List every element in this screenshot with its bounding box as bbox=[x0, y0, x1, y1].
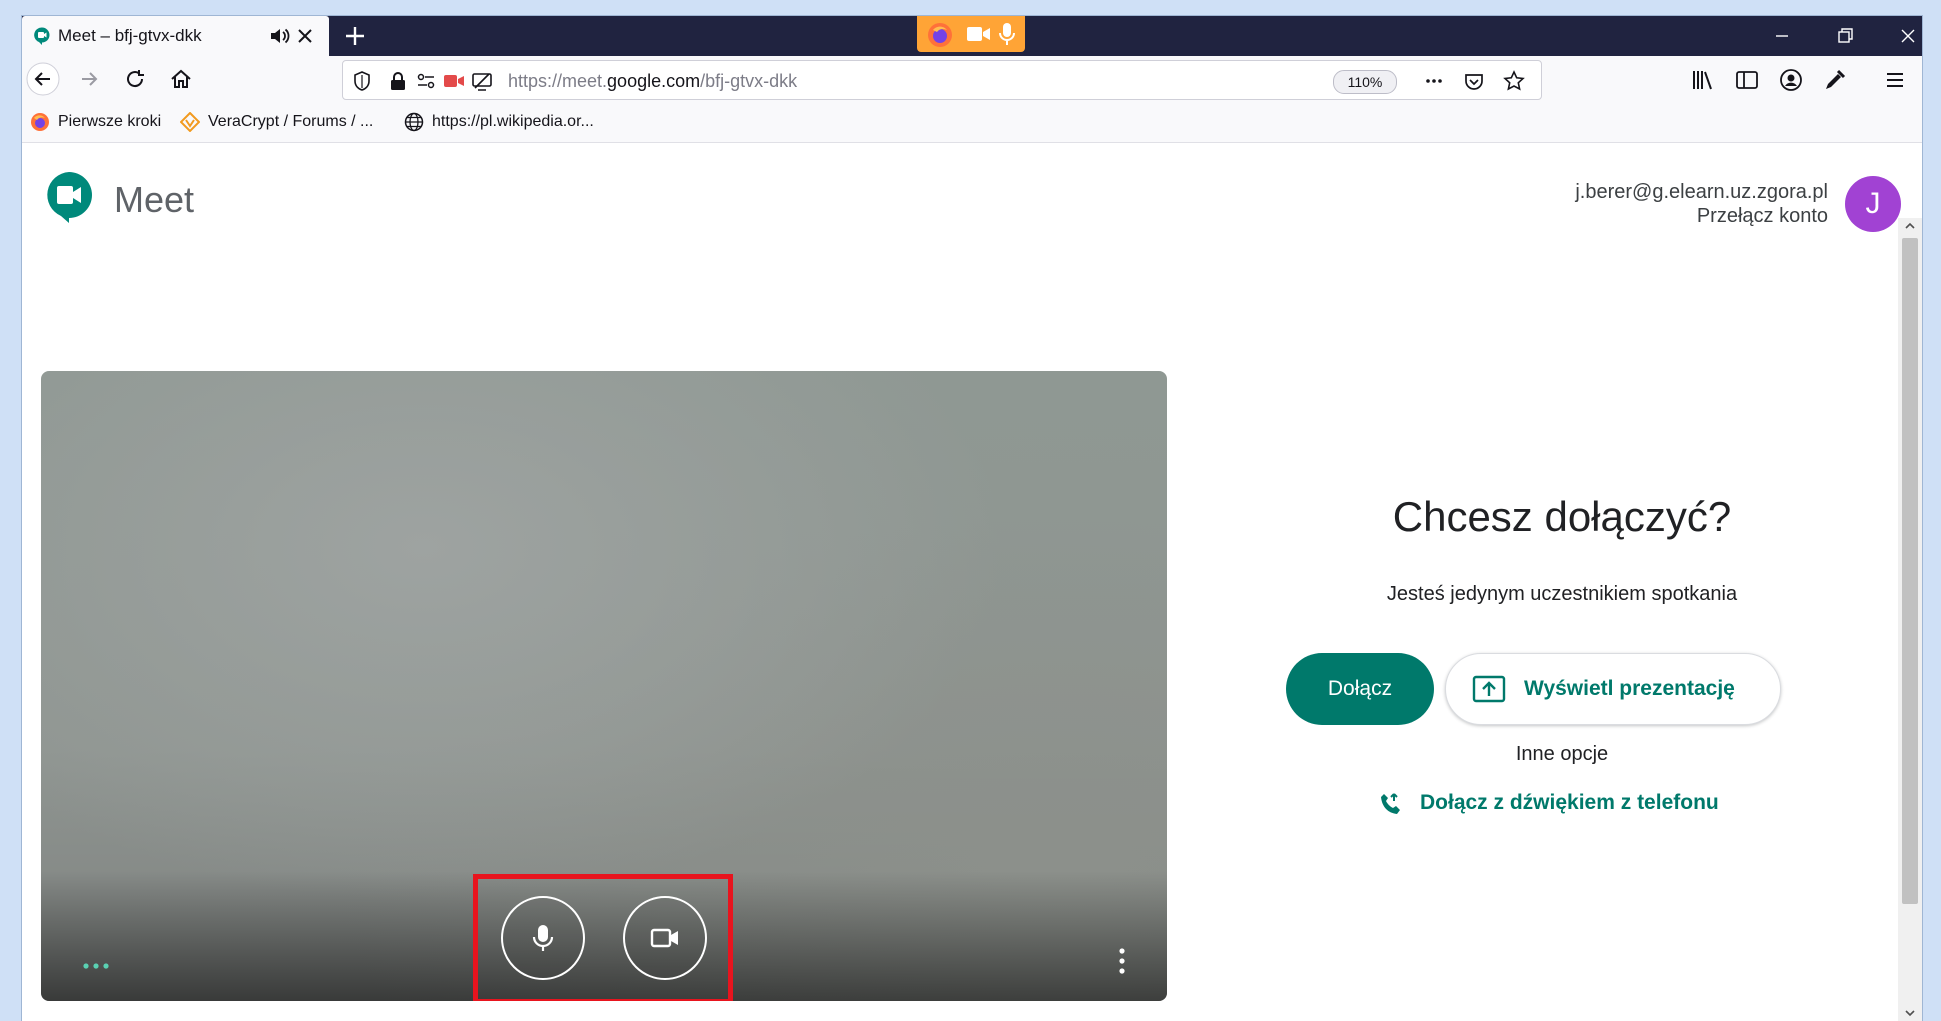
firefox-icon bbox=[31, 113, 49, 131]
minimize-icon[interactable] bbox=[1768, 22, 1796, 50]
scrollbar[interactable] bbox=[1898, 218, 1922, 1021]
home-icon[interactable] bbox=[164, 62, 198, 96]
join-title: Chcesz dołączyć? bbox=[1392, 493, 1732, 540]
sidebar-icon[interactable] bbox=[1734, 67, 1760, 93]
screen-share-permission-icon[interactable] bbox=[471, 70, 493, 92]
account-email: j.berer@g.elearn.uz.zgora.pl bbox=[1575, 181, 1828, 203]
meet-icon bbox=[34, 27, 50, 45]
bookmark-star-icon[interactable] bbox=[1503, 70, 1525, 92]
other-options-label: Inne opcje bbox=[1515, 743, 1609, 765]
firefox-icon bbox=[928, 23, 952, 47]
sharing-indicator[interactable] bbox=[917, 16, 1025, 52]
camera-icon bbox=[650, 928, 678, 948]
camera-toggle-button[interactable] bbox=[623, 896, 707, 980]
speaker-icon[interactable] bbox=[268, 25, 290, 47]
switch-account-link[interactable]: Przełącz konto bbox=[1697, 205, 1828, 228]
url-text: https://meet.google.com/bfj-gtvx-dkk bbox=[508, 71, 798, 91]
camera-sharing-icon bbox=[967, 27, 990, 41]
scroll-down-icon[interactable] bbox=[1904, 1007, 1916, 1019]
library-icon[interactable] bbox=[1690, 67, 1716, 93]
eyedropper-icon[interactable] bbox=[1822, 67, 1848, 93]
browser-window: Meet – bfj-gtvx-dkk https://meet.google.… bbox=[22, 16, 1922, 1021]
veracrypt-icon bbox=[180, 112, 200, 132]
lock-icon[interactable] bbox=[387, 70, 409, 92]
globe-icon bbox=[404, 112, 424, 132]
zoom-level[interactable]: 110% bbox=[1333, 70, 1397, 94]
join-subtitle: Jesteś jedynym uczestnikiem spotkania bbox=[1386, 583, 1738, 605]
pocket-icon[interactable] bbox=[1463, 70, 1485, 92]
scroll-thumb[interactable] bbox=[1902, 238, 1918, 904]
account-icon[interactable] bbox=[1778, 67, 1804, 93]
microphone-sharing-icon bbox=[999, 23, 1015, 45]
new-tab-icon[interactable] bbox=[342, 23, 368, 49]
join-button[interactable]: Dołącz bbox=[1286, 653, 1434, 725]
meet-logo-icon bbox=[47, 172, 92, 223]
meet-page: Meet j.berer@g.elearn.uz.zgora.pl Przełą… bbox=[22, 143, 1922, 1021]
close-window-icon[interactable] bbox=[1894, 22, 1922, 50]
permissions-icon[interactable] bbox=[415, 70, 437, 92]
camera-preview bbox=[41, 371, 1167, 1001]
back-icon[interactable] bbox=[26, 62, 60, 96]
tab-meet[interactable]: Meet – bfj-gtvx-dkk bbox=[22, 16, 329, 56]
restore-icon[interactable] bbox=[1831, 22, 1859, 50]
camera-permission-icon[interactable] bbox=[443, 70, 465, 92]
vertical-dots-icon[interactable] bbox=[1117, 946, 1127, 976]
forward-icon[interactable] bbox=[72, 62, 106, 96]
join-by-phone-label: Dołącz z dźwiękiem z telefonu bbox=[1420, 791, 1719, 814]
shield-icon[interactable] bbox=[351, 70, 373, 92]
navigation-bar: https://meet.google.com/bfj-gtvx-dkk 110… bbox=[22, 56, 1922, 102]
url-bar[interactable]: https://meet.google.com/bfj-gtvx-dkk 110… bbox=[342, 60, 1542, 100]
menu-icon[interactable] bbox=[1882, 67, 1908, 93]
microphone-icon bbox=[532, 925, 554, 951]
scroll-up-icon[interactable] bbox=[1904, 220, 1916, 232]
tab-title: Meet – bfj-gtvx-dkk bbox=[58, 26, 202, 45]
avatar[interactable]: J bbox=[1845, 176, 1901, 232]
microphone-toggle-button[interactable] bbox=[501, 896, 585, 980]
more-options-dots-icon[interactable] bbox=[81, 961, 111, 971]
present-screen-icon bbox=[1472, 675, 1506, 703]
product-name: Meet bbox=[114, 179, 195, 220]
present-button[interactable]: Wyświetl prezentację bbox=[1445, 653, 1781, 725]
bookmarks-toolbar: Pierwsze kroki VeraCrypt / Forums / ... … bbox=[22, 102, 1922, 143]
phone-forward-icon bbox=[1381, 793, 1400, 814]
reload-icon[interactable] bbox=[118, 62, 152, 96]
page-actions-icon[interactable] bbox=[1423, 70, 1445, 92]
tab-strip: Meet – bfj-gtvx-dkk bbox=[22, 16, 1922, 56]
close-tab-icon[interactable] bbox=[294, 25, 316, 47]
present-button-label: Wyświetl prezentację bbox=[1524, 677, 1735, 700]
